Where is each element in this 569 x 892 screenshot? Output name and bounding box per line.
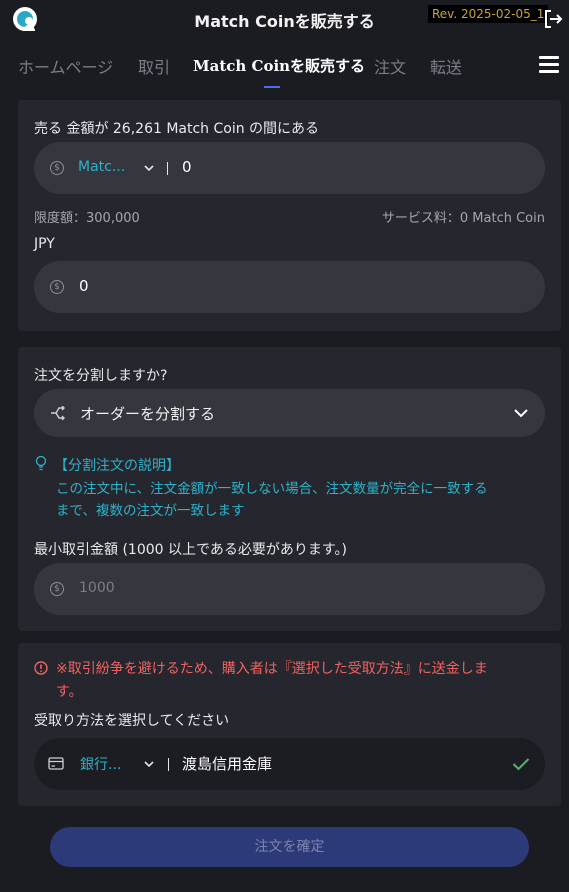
- payment-method-label: 受取り方法を選択してください: [34, 713, 230, 729]
- chevron-down-icon: [144, 761, 154, 768]
- top-bar: Match Coinを販売する Rev. 2025-02-05_1: [0, 0, 569, 38]
- jpy-input[interactable]: 0: [79, 277, 519, 295]
- tab-orders[interactable]: 注文: [374, 54, 406, 78]
- warning-line2: す。: [56, 684, 83, 700]
- confirm-order-button[interactable]: 注文を確定: [50, 827, 529, 867]
- split-order-card: 注文を分割しますか? オーダーを分割する 【分割注文の説明】 この注文中に、注文…: [18, 347, 561, 631]
- min-amount-label: 最小取引金額 (1000 以上である必要があります。): [34, 542, 347, 558]
- split-option-select[interactable]: オーダーを分割する: [34, 389, 545, 437]
- split-info-title: 【分割注文の説明】: [54, 458, 180, 474]
- nav-tabs: ホームページ 取引 Match Coinを販売する 注文 転送: [0, 44, 569, 92]
- payment-method-value: 渡島信用金庫: [182, 755, 273, 773]
- hamburger-menu-icon[interactable]: [539, 56, 559, 74]
- tab-home[interactable]: ホームページ: [18, 54, 113, 78]
- coin-icon: $: [50, 280, 64, 294]
- fee-text: サービス料：0 Match Coin: [381, 211, 545, 226]
- tab-sell-match-coin[interactable]: Match Coinを販売する: [193, 55, 365, 76]
- currency-select-value: Matc...: [78, 159, 126, 175]
- bank-card-icon: [48, 757, 64, 770]
- warning-line1: ※取引紛争を避けるため、購入者は『選択した受取方法』に送金しま: [56, 661, 488, 677]
- payment-type-value: 銀行...: [80, 757, 122, 773]
- amount-input[interactable]: 0: [182, 158, 522, 176]
- tab-trade[interactable]: 取引: [138, 54, 170, 78]
- divider: [167, 162, 168, 175]
- alert-circle-icon: [34, 661, 48, 675]
- check-icon: [512, 758, 530, 771]
- divider: [168, 758, 169, 771]
- currency-select[interactable]: Matc...: [78, 142, 162, 194]
- payment-type-select[interactable]: 銀行...: [80, 738, 160, 790]
- payment-method-select[interactable]: 銀行... 渡島信用金庫: [34, 738, 545, 790]
- limit-text: 限度額：300,000: [34, 211, 140, 226]
- sell-amount-card: 売る 金額が 26,261 Match Coin の間にある $ Matc...…: [18, 100, 561, 331]
- tab-transfer[interactable]: 転送: [430, 54, 462, 78]
- lightbulb-icon: [35, 455, 47, 471]
- split-info-line2: まで、複数の注文が一致します: [56, 503, 245, 519]
- jpy-input-group: $ 0: [34, 261, 545, 313]
- jpy-label: JPY: [34, 236, 55, 252]
- min-amount-input-group: $ 1000: [34, 563, 545, 615]
- amount-input-group: $ Matc... 0: [34, 142, 545, 194]
- payment-method-card: ※取引紛争を避けるため、購入者は『選択した受取方法』に送金しま す。 受取り方法…: [18, 643, 561, 806]
- active-tab-indicator: [264, 86, 280, 88]
- sell-range-label: 売る 金額が 26,261 Match Coin の間にある: [34, 121, 320, 137]
- split-arrows-icon: [51, 406, 65, 420]
- split-option-value: オーダーを分割する: [80, 405, 216, 423]
- coin-icon: $: [50, 582, 64, 596]
- chevron-down-icon: [514, 409, 528, 418]
- logout-icon[interactable]: [542, 8, 564, 30]
- revision-badge: Rev. 2025-02-05_1: [428, 5, 549, 23]
- coin-icon: $: [50, 161, 64, 175]
- split-info-line1: この注文中に、注文金額が一致しない場合、注文数量が完全に一致する: [56, 481, 488, 497]
- min-amount-input[interactable]: 1000: [79, 580, 519, 596]
- split-question: 注文を分割しますか?: [34, 368, 168, 384]
- chevron-down-icon: [144, 165, 154, 172]
